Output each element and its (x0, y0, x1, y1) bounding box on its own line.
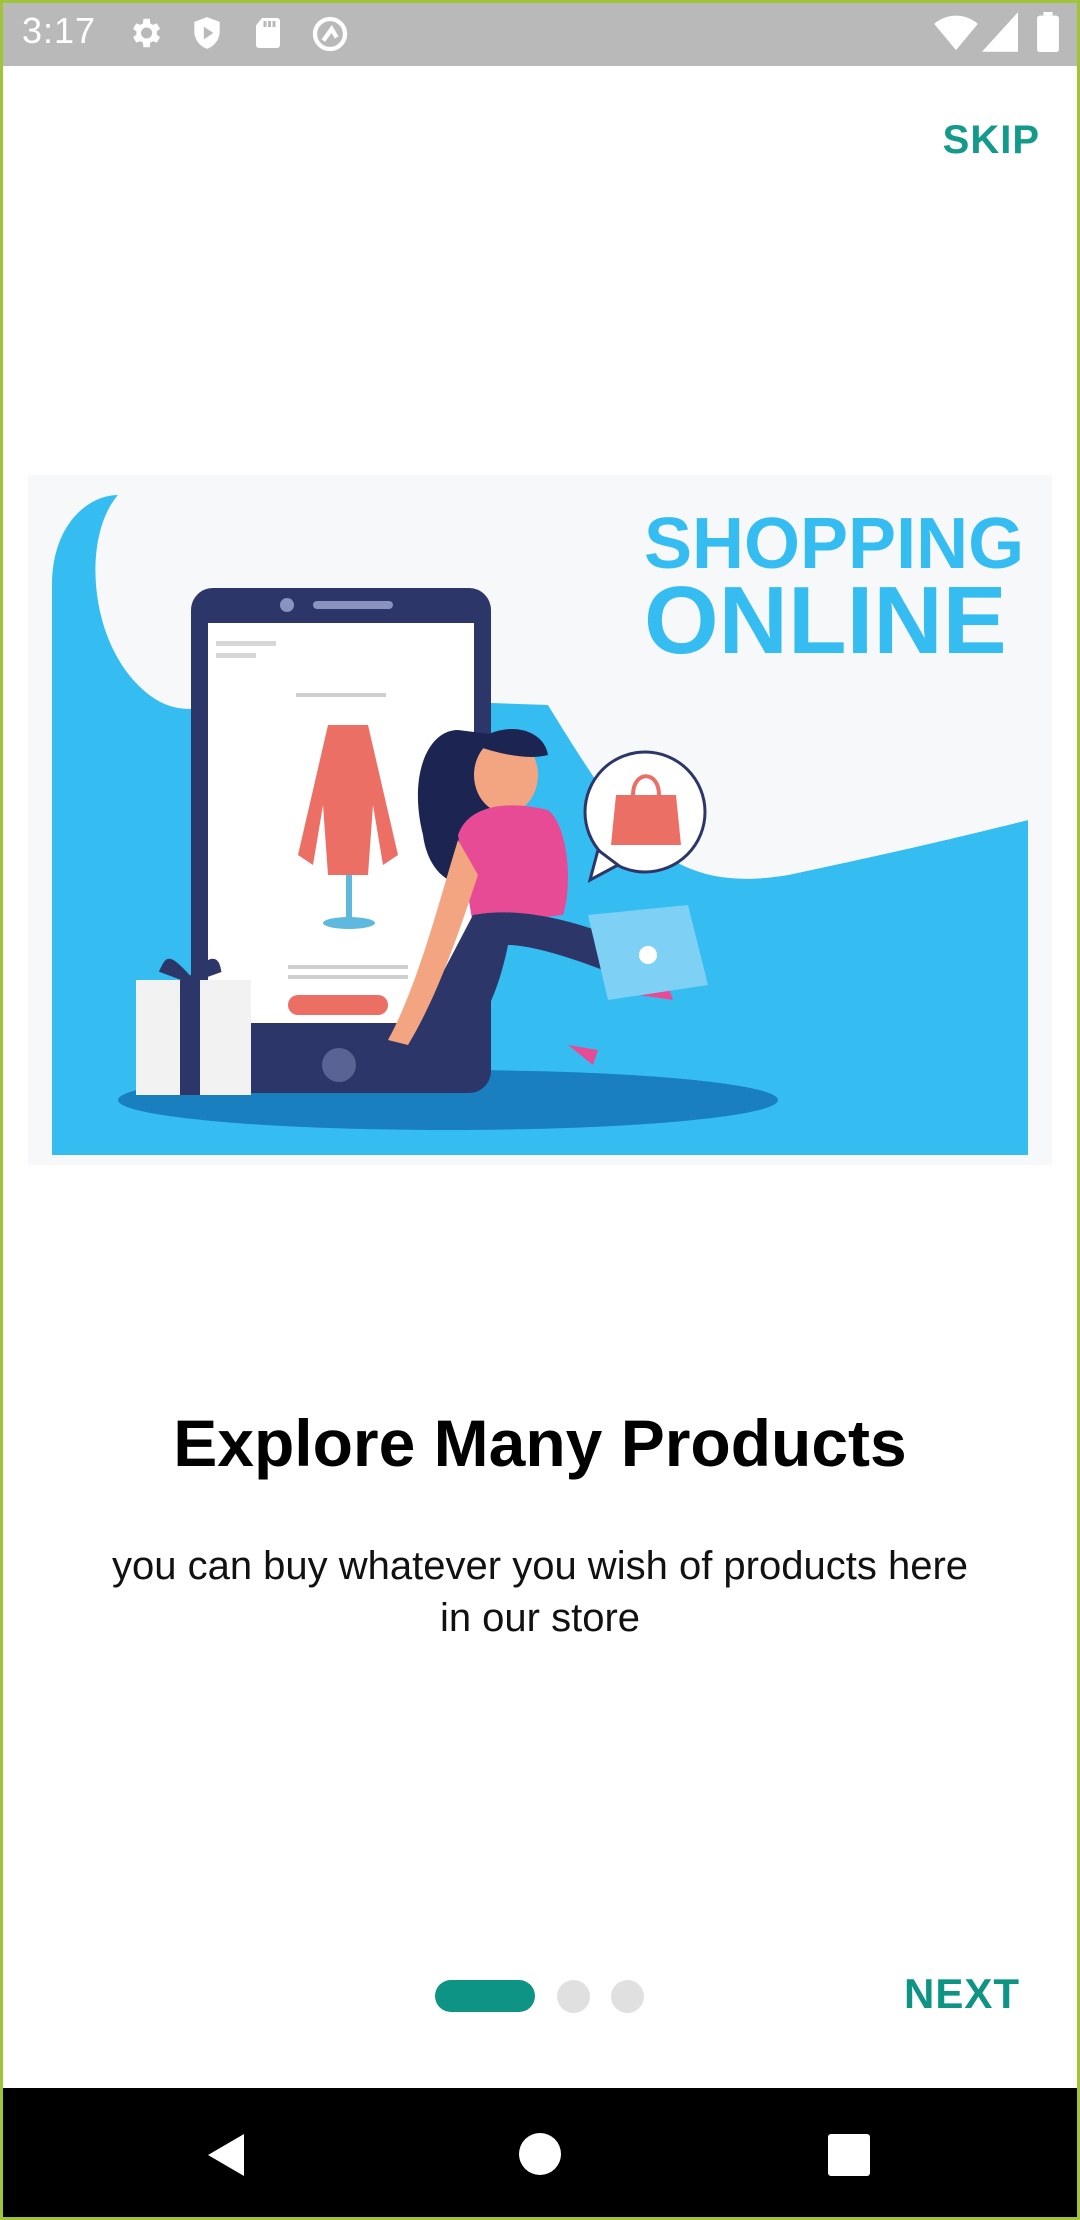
settings-gear-icon (133, 18, 161, 48)
onboarding-title: Explore Many Products (173, 1406, 907, 1480)
status-bar: 3:17 (0, 0, 1080, 66)
onboarding-description: you can buy whatever you wish of product… (111, 1544, 969, 1640)
recents-icon[interactable] (828, 2134, 870, 2176)
at-sign-icon (312, 16, 348, 52)
battery-icon (1037, 12, 1059, 52)
signal-icon (982, 12, 1018, 52)
home-icon[interactable] (518, 2132, 562, 2176)
illustration-headline-line2: ONLINE (644, 567, 1007, 674)
shopping-online-illustration: SHOPPING ONLINE (28, 475, 1052, 1165)
page-indicator-dot-active[interactable] (435, 1980, 535, 2012)
play-shield-icon (194, 17, 220, 49)
back-icon[interactable] (204, 2132, 248, 2178)
next-button[interactable]: NEXT (904, 1970, 1020, 2018)
page-indicator-dot[interactable] (611, 1980, 644, 2013)
skip-button[interactable]: SKIP (943, 118, 1040, 163)
page-indicator-dot[interactable] (557, 1980, 590, 2013)
sd-card-icon (256, 18, 280, 48)
status-time: 3:17 (22, 10, 97, 51)
wifi-icon (934, 15, 978, 51)
navigation-bar (0, 2088, 1080, 2220)
